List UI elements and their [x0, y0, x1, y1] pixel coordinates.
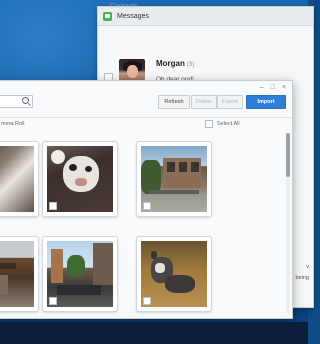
refresh-button[interactable]: Refresh: [158, 95, 190, 109]
select-all-label[interactable]: Select All: [217, 121, 240, 127]
export-button[interactable]: Export: [217, 95, 243, 109]
scroll-thumb[interactable]: [286, 133, 290, 177]
photo-thumbnail[interactable]: [42, 141, 118, 217]
photo-thumbnail[interactable]: [0, 236, 39, 312]
import-titlebar[interactable]: – □ ×: [0, 81, 292, 93]
search-input[interactable]: [0, 95, 33, 108]
photo-thumbnail[interactable]: [0, 141, 39, 217]
maximize-icon[interactable]: □: [271, 84, 275, 91]
source-bar: mera Roll Select All: [0, 117, 292, 130]
photo-checkbox[interactable]: [143, 202, 151, 210]
side-text: being: [295, 275, 309, 281]
scrollbar[interactable]: [286, 133, 290, 313]
close-icon[interactable]: ×: [282, 84, 286, 91]
delete-button[interactable]: Delete: [191, 95, 217, 109]
messages-window-title: Messages: [117, 12, 149, 20]
photo-thumbnail[interactable]: [42, 236, 118, 312]
photo-checkbox[interactable]: [143, 297, 151, 305]
photo-grid: [0, 131, 280, 318]
messages-app-icon: [103, 11, 112, 21]
conversation-name: Morgan (3): [156, 59, 195, 68]
import-button[interactable]: Import: [246, 95, 286, 109]
background-window-title: Contacts: [110, 3, 138, 10]
photo-thumbnail[interactable]: [136, 236, 212, 312]
search-icon[interactable]: [22, 97, 29, 104]
taskbar: [0, 322, 308, 344]
photo-import-window[interactable]: – □ × Refresh Delete Export Import mera …: [0, 80, 293, 319]
photo-checkbox[interactable]: [49, 297, 57, 305]
photo-checkbox[interactable]: [49, 202, 57, 210]
minimize-icon[interactable]: –: [260, 84, 264, 91]
message-count: (3): [186, 62, 195, 68]
side-text: v: [306, 264, 309, 270]
source-label: mera Roll: [1, 121, 25, 127]
select-all-checkbox[interactable]: [205, 120, 213, 128]
import-toolbar: Refresh Delete Export Import: [0, 93, 292, 111]
photo-thumbnail[interactable]: [136, 141, 212, 217]
